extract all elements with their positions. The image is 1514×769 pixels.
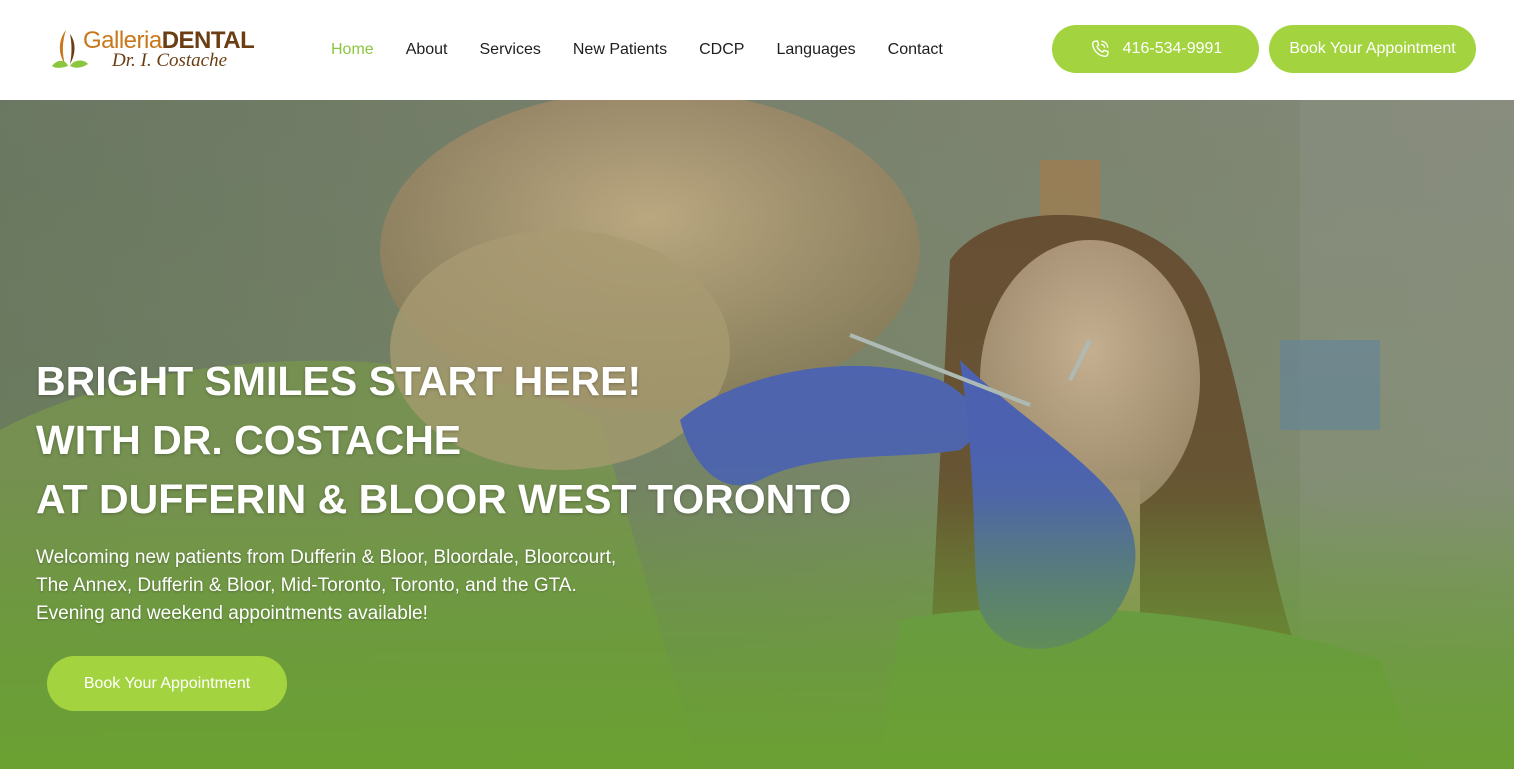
book-appointment-hero-button[interactable]: Book Your Appointment — [47, 656, 287, 711]
nav-item-new-patients[interactable]: New Patients — [573, 39, 667, 61]
nav-item-languages[interactable]: Languages — [776, 39, 855, 61]
hero-title-line-3: AT DUFFERIN & BLOOR WEST TORONTO — [36, 476, 852, 522]
phone-icon — [1091, 40, 1109, 58]
hero-title-line-2: WITH DR. COSTACHE — [36, 417, 462, 463]
book-appointment-header-button[interactable]: Book Your Appointment — [1269, 25, 1476, 73]
nav-item-about[interactable]: About — [406, 39, 448, 61]
site-header: GalleriaDENTAL Dr. I. Costache Home Abou… — [0, 0, 1514, 100]
hero-title: BRIGHT SMILES START HERE! WITH DR. COSTA… — [36, 352, 851, 529]
nav-item-cdcp[interactable]: CDCP — [699, 39, 744, 61]
main-nav: Home About Services New Patients CDCP La… — [331, 39, 943, 61]
nav-item-contact[interactable]: Contact — [888, 39, 943, 61]
hero-section: BRIGHT SMILES START HERE! WITH DR. COSTA… — [0, 100, 1514, 769]
nav-item-home[interactable]: Home — [331, 39, 374, 61]
hero-description: Welcoming new patients from Dufferin & B… — [36, 544, 616, 628]
phone-button[interactable]: 416-534-9991 — [1052, 25, 1259, 73]
hero-description-line-2: The Annex, Dufferin & Bloor, Mid-Toronto… — [36, 575, 577, 596]
phone-number: 416-534-9991 — [1122, 40, 1223, 57]
logo[interactable]: GalleriaDENTAL Dr. I. Costache — [50, 26, 270, 74]
hero-description-line-3: Evening and weekend appointments availab… — [36, 603, 428, 624]
nav-item-services[interactable]: Services — [480, 39, 541, 61]
hero-description-line-1: Welcoming new patients from Dufferin & B… — [36, 547, 617, 568]
brand-subtitle: Dr. I. Costache — [112, 50, 228, 71]
hero-title-line-1: BRIGHT SMILES START HERE! — [36, 358, 642, 404]
